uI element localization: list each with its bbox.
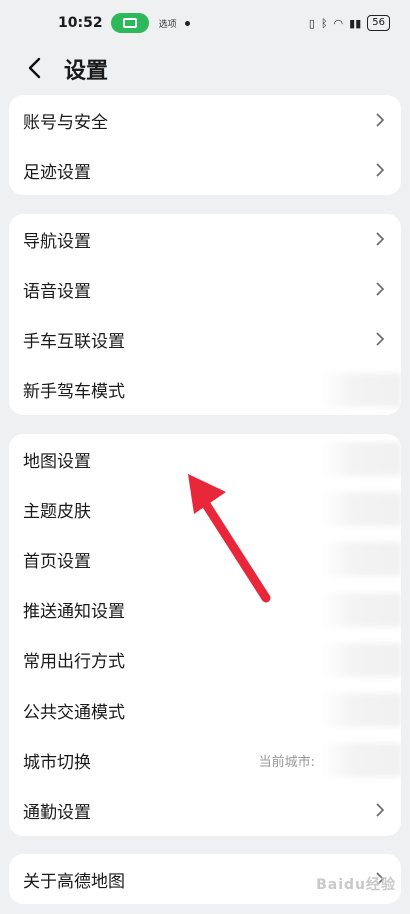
settings-row-public-transit[interactable]: 公共交通模式: [9, 685, 401, 735]
status-time: 10:52: [58, 15, 103, 31]
status-bar: 10:52 选项 ▯ ᛒ ◠ ▮▮ 56: [0, 0, 410, 46]
row-label: 城市切换: [23, 752, 91, 773]
row-label: 地图设置: [23, 451, 91, 472]
chevron-right-icon: [376, 282, 385, 296]
page-title: 设置: [64, 59, 109, 84]
status-indicators: ▯ ᛒ ◠ ▮▮ 56: [309, 15, 390, 31]
settings-row-navigation[interactable]: 导航设置: [9, 214, 401, 264]
settings-group-account: 账号与安全 足迹设置: [9, 95, 401, 196]
status-app-icon: 选项: [158, 19, 177, 30]
blurred-indicator: [321, 642, 401, 677]
row-label: 关于高德地图: [23, 871, 125, 892]
blurred-toggle[interactable]: [321, 372, 401, 407]
blurred-indicator: [321, 442, 401, 476]
settings-row-footprint[interactable]: 足迹设置: [9, 145, 401, 195]
settings-row-city-switch[interactable]: 城市切换 当前城市:: [9, 735, 401, 785]
row-label: 足迹设置: [23, 162, 91, 183]
settings-row-commute[interactable]: 通勤设置: [9, 785, 401, 835]
settings-row-novice-driving[interactable]: 新手驾车模式: [9, 365, 401, 415]
battery-icon: 56: [367, 15, 390, 31]
blurred-toggle[interactable]: [321, 692, 401, 727]
row-label: 常用出行方式: [23, 652, 125, 673]
row-label: 公共交通模式: [23, 702, 125, 723]
signal-icon: ▮▮: [349, 16, 362, 30]
settings-row-account-security[interactable]: 账号与安全: [9, 95, 401, 145]
chevron-right-icon: [376, 803, 385, 817]
settings-row-travel-mode[interactable]: 常用出行方式: [9, 635, 401, 685]
watermark: Baidu经验: [316, 877, 396, 893]
vibrate-icon: ▯: [308, 16, 315, 30]
chevron-right-icon: [376, 332, 385, 347]
row-label: 语音设置: [23, 281, 91, 302]
settings-row-car-connect[interactable]: 手车互联设置: [9, 314, 401, 364]
row-label: 首页设置: [23, 551, 91, 572]
row-label: 推送通知设置: [23, 602, 125, 623]
settings-row-voice[interactable]: 语音设置: [9, 264, 401, 314]
chevron-right-icon: [376, 113, 385, 127]
settings-group-navigation: 导航设置 语音设置 手车互联设置 新手驾车模式: [9, 214, 401, 415]
notification-dot-icon: [184, 20, 190, 26]
blurred-indicator: [321, 542, 401, 577]
blurred-indicator: [321, 592, 401, 627]
screen-cast-icon: [110, 13, 149, 33]
current-city-value: 当前城市:: [258, 754, 315, 770]
back-arrow-icon[interactable]: [24, 56, 48, 80]
header: 设置: [0, 46, 410, 90]
row-label: 导航设置: [23, 231, 91, 252]
row-label: 通勤设置: [23, 802, 91, 823]
row-label: 主题皮肤: [23, 501, 91, 522]
chevron-right-icon: [376, 232, 385, 246]
chevron-right-icon: [376, 163, 385, 177]
row-label: 账号与安全: [23, 112, 108, 133]
blurred-indicator: [321, 492, 401, 527]
row-label: 手车互联设置: [23, 331, 125, 352]
wifi-icon: ◠: [333, 16, 344, 30]
annotation-arrow-icon: [188, 474, 271, 603]
row-label: 新手驾车模式: [23, 382, 125, 403]
blurred-indicator: [321, 743, 401, 778]
bluetooth-icon: ᛒ: [320, 16, 328, 30]
